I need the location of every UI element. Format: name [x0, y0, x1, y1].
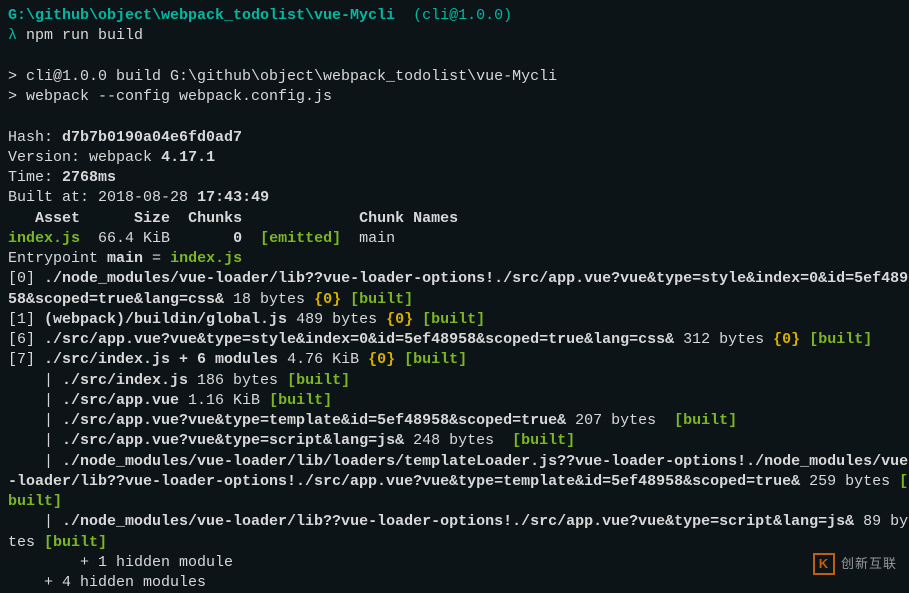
blank-line: [8, 107, 901, 127]
entrypoint-line: Entrypoint main = index.js: [8, 249, 901, 269]
terminal-prompt-line: G:\github\object\webpack_todolist\vue-My…: [8, 6, 901, 26]
built-tag: [built]: [44, 534, 107, 551]
submodule-line: | ./src/app.vue 1.16 KiB [built]: [8, 391, 901, 411]
submodule-line: | ./node_modules/vue-loader/lib??vue-loa…: [8, 512, 901, 532]
built-tag: [built]: [287, 372, 350, 389]
hash-line: Hash: d7b7b0190a04e6fd0ad7: [8, 128, 901, 148]
version-line: Version: webpack 4.17.1: [8, 148, 901, 168]
npm-script-line: > cli@1.0.0 build G:\github\object\webpa…: [8, 67, 901, 87]
asset-table-row: index.js 66.4 KiB 0 [emitted] main: [8, 229, 901, 249]
submodule-line: | ./node_modules/vue-loader/lib/loaders/…: [8, 452, 901, 472]
submodule-line: built]: [8, 492, 901, 512]
module-line: [0] ./node_modules/vue-loader/lib??vue-l…: [8, 269, 901, 289]
asset-name: index.js: [8, 230, 80, 247]
built-tag: [built]: [350, 291, 413, 308]
npm-script-line: > webpack --config webpack.config.js: [8, 87, 901, 107]
built-tag: [built]: [422, 311, 485, 328]
submodule-line: | ./src/app.vue?vue&type=script&lang=js&…: [8, 431, 901, 451]
logo-text: 创新互联: [841, 555, 897, 573]
built-tag: [built]: [809, 331, 872, 348]
submodule-line: tes [built]: [8, 533, 901, 553]
command-text: npm run build: [26, 27, 143, 44]
cwd-path: G:\github\object\webpack_todolist\vue-My…: [8, 7, 395, 24]
built-tag: [built]: [404, 351, 467, 368]
watermark-logo: K 创新互联: [813, 553, 897, 575]
submodule-line: | ./src/app.vue?vue&type=template&id=5ef…: [8, 411, 901, 431]
built-tag: [built]: [269, 392, 332, 409]
time-line: Time: 2768ms: [8, 168, 901, 188]
module-line: [7] ./src/index.js + 6 modules 4.76 KiB …: [8, 350, 901, 370]
module-line: 58&scoped=true&lang=css& 18 bytes {0} [b…: [8, 290, 901, 310]
built-at-line: Built at: 2018-08-28 17:43:49: [8, 188, 901, 208]
hidden-modules-line: + 4 hidden modules: [8, 573, 901, 593]
module-line: [1] (webpack)/buildin/global.js 489 byte…: [8, 310, 901, 330]
lambda-symbol: λ: [8, 27, 17, 44]
hidden-modules-line: + 1 hidden module: [8, 553, 901, 573]
built-tag: [built]: [674, 412, 737, 429]
emitted-tag: [emitted]: [260, 230, 341, 247]
asset-table-header: Asset Size Chunks Chunk Names: [8, 209, 901, 229]
module-line: [6] ./src/app.vue?vue&type=style&index=0…: [8, 330, 901, 350]
built-tag: [built]: [512, 432, 575, 449]
terminal-input-line[interactable]: λ npm run build: [8, 26, 901, 46]
logo-mark-icon: K: [813, 553, 835, 575]
submodule-line: | ./src/index.js 186 bytes [built]: [8, 371, 901, 391]
pkg-label: (cli@1.0.0): [413, 7, 512, 24]
blank-line: [8, 47, 901, 67]
submodule-line: -loader/lib??vue-loader-options!./src/ap…: [8, 472, 901, 492]
